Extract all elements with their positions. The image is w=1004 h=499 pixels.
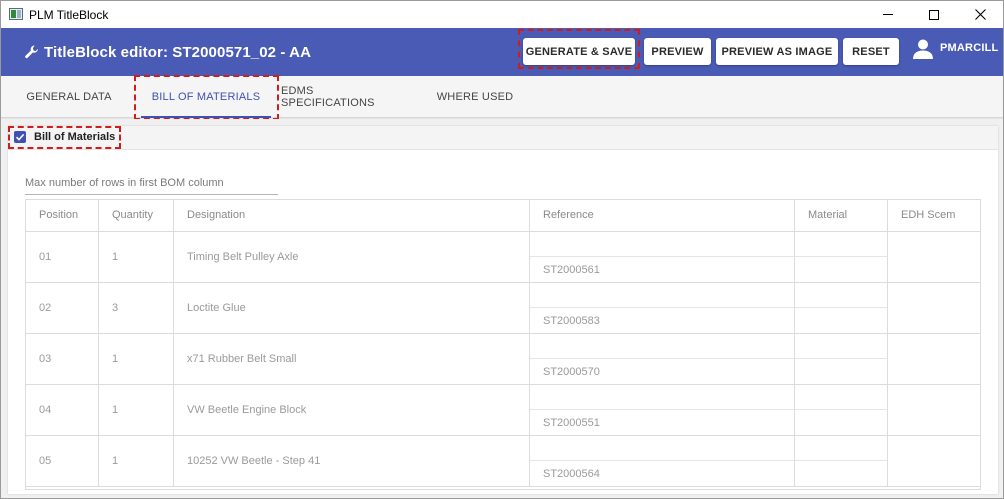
cell-reference-top[interactable] [530, 385, 795, 410]
cell-reference[interactable]: ST2000570 [530, 359, 795, 385]
bom-card-header: Bill of Materials [8, 126, 998, 150]
cell-position: 04 [26, 385, 99, 436]
cell-material[interactable] [795, 308, 888, 334]
content-area: Bill of Materials Max number of rows in … [1, 119, 1003, 498]
minimize-button[interactable] [865, 1, 911, 28]
cell-designation: x71 Rubber Belt Small [174, 334, 530, 385]
preview-as-image-button[interactable]: PREVIEW AS IMAGE [716, 38, 838, 65]
cell-reference-top[interactable] [530, 334, 795, 359]
window-title: PLM TitleBlock [29, 8, 109, 22]
minimize-icon [883, 14, 893, 15]
reset-button[interactable]: RESET [843, 38, 899, 65]
tab-general-data[interactable]: GENERAL DATA [19, 76, 119, 118]
cell-edh-scem[interactable] [888, 232, 980, 283]
col-header-position: Position [26, 200, 99, 232]
cell-quantity: 1 [99, 436, 174, 487]
cell-designation: VW Beetle Engine Block [174, 385, 530, 436]
cell-material-top[interactable] [795, 334, 888, 359]
cell-position: 03 [26, 334, 99, 385]
cell-material-top[interactable] [795, 283, 888, 308]
cell-edh-scem[interactable] [888, 436, 980, 487]
col-header-quantity: Quantity [99, 200, 174, 232]
col-header-edh-scem: EDH Scem [888, 200, 980, 232]
cell-quantity: 3 [99, 283, 174, 334]
cell-edh-scem[interactable] [888, 385, 980, 436]
page-title: TitleBlock editor: ST2000571_02 - AA [44, 44, 312, 61]
cell-quantity: 1 [99, 232, 174, 283]
maximize-icon [929, 9, 939, 20]
bom-card: Bill of Materials Max number of rows in … [8, 126, 998, 494]
cell-material-top[interactable] [795, 436, 888, 461]
app-icon [9, 8, 23, 20]
cell-material[interactable] [795, 359, 888, 385]
cell-reference[interactable]: ST2000564 [530, 461, 795, 487]
cell-position: 05 [26, 436, 99, 487]
cell-position: 02 [26, 283, 99, 334]
cell-material[interactable] [795, 257, 888, 283]
cell-quantity: 1 [99, 385, 174, 436]
user-icon[interactable] [912, 38, 934, 60]
tab-edms-specifications[interactable]: EDMS SPECIFICATIONS [281, 76, 399, 118]
tab-where-used[interactable]: WHERE USED [431, 76, 519, 118]
cell-designation: Loctite Glue [174, 283, 530, 334]
col-header-reference: Reference [530, 200, 795, 232]
cell-position: 01 [26, 232, 99, 283]
cell-reference[interactable]: ST2000583 [530, 308, 795, 334]
wrench-icon [25, 45, 38, 59]
cell-material[interactable] [795, 410, 888, 436]
col-header-material: Material [795, 200, 888, 232]
cell-reference-top[interactable] [530, 436, 795, 461]
app-bar: TitleBlock editor: ST2000571_02 - AA GEN… [1, 28, 1003, 76]
col-header-designation: Designation [174, 200, 530, 232]
highlight-generate-save [518, 29, 640, 69]
maximize-button[interactable] [911, 1, 957, 28]
cell-designation: Timing Belt Pulley Axle [174, 232, 530, 283]
cell-reference[interactable]: ST2000561 [530, 257, 795, 283]
cell-reference-top[interactable] [530, 232, 795, 257]
user-name[interactable]: PMARCILL [940, 42, 998, 54]
max-rows-input[interactable]: Max number of rows in first BOM column [25, 177, 278, 195]
app-window: PLM TitleBlock TitleBlock editor: ST2000… [0, 0, 1004, 499]
cell-material[interactable] [795, 461, 888, 487]
os-titlebar: PLM TitleBlock [1, 1, 1003, 28]
cell-material-top[interactable] [795, 232, 888, 257]
highlight-bom-checkbox [8, 126, 121, 149]
cell-material-top[interactable] [795, 385, 888, 410]
cell-quantity: 1 [99, 334, 174, 385]
close-button[interactable] [957, 1, 1003, 28]
close-icon [974, 9, 986, 20]
cell-designation: 10252 VW Beetle - Step 41 [174, 436, 530, 487]
bom-table: Position Quantity Designation Reference … [25, 199, 981, 490]
cell-reference-top[interactable] [530, 283, 795, 308]
highlight-bom-tab [134, 75, 279, 120]
preview-button[interactable]: PREVIEW [644, 38, 711, 65]
cell-reference[interactable]: ST2000551 [530, 410, 795, 436]
cell-edh-scem[interactable] [888, 334, 980, 385]
cell-edh-scem[interactable] [888, 283, 980, 334]
